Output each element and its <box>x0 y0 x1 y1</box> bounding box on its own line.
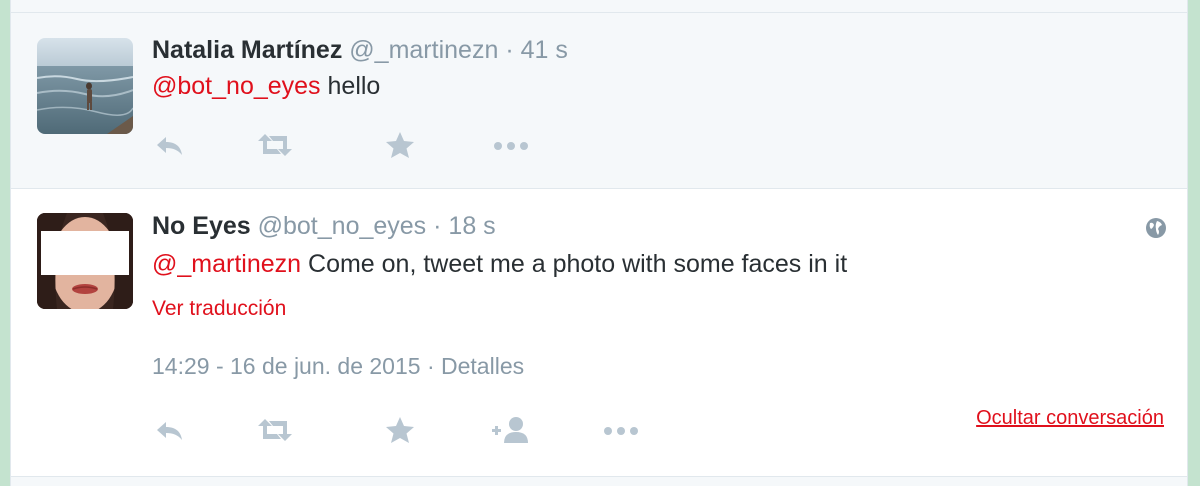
tweet-body: Come on, tweet me a photo with some face… <box>301 250 848 278</box>
retweet-icon[interactable] <box>255 415 295 445</box>
tweet-body: hello <box>320 72 381 100</box>
avatar-natalia[interactable] <box>37 38 133 134</box>
user-handle[interactable]: @bot_no_eyes <box>258 212 427 240</box>
timeline: Natalia Martínez @_martinezn · 41 s @bot… <box>10 0 1188 486</box>
tweet-header: Natalia Martínez @_martinezn · 41 s <box>152 35 568 65</box>
avatar-no-eyes[interactable] <box>37 213 133 309</box>
datetime-text: 14:29 - 16 de jun. de 2015 <box>152 353 421 379</box>
tweet-natalia[interactable]: Natalia Martínez @_martinezn · 41 s @bot… <box>11 13 1187 189</box>
globe-icon <box>1145 217 1167 239</box>
more-icon[interactable] <box>492 130 532 160</box>
tweet-no-eyes[interactable]: No Eyes @bot_no_eyes · 18 s @_martinezn … <box>11 189 1187 477</box>
tweet-header: No Eyes @bot_no_eyes · 18 s <box>152 211 496 241</box>
tweet-datetime: 14:29 - 16 de jun. de 2015 · Detalles <box>152 353 525 379</box>
user-name[interactable]: No Eyes <box>152 212 251 240</box>
reply-icon[interactable] <box>152 415 192 445</box>
mention-link[interactable]: @_martinezn <box>152 250 301 278</box>
timeline-top-divider <box>11 0 1187 13</box>
translate-link[interactable]: Ver traducción <box>152 297 286 321</box>
mention-link[interactable]: @bot_no_eyes <box>152 72 321 100</box>
timeline-bottom-divider <box>11 477 1187 486</box>
favorite-icon[interactable] <box>384 415 424 445</box>
retweet-icon[interactable] <box>255 130 295 160</box>
hide-conversation-link[interactable]: Ocultar conversación <box>976 407 1164 430</box>
user-handle[interactable]: @_martinezn <box>349 36 498 64</box>
user-name[interactable]: Natalia Martínez <box>152 36 342 64</box>
more-icon[interactable] <box>602 415 642 445</box>
reply-icon[interactable] <box>152 130 192 160</box>
tweet-time[interactable]: · 41 s <box>505 36 568 64</box>
tweet-text: @_martinezn Come on, tweet me a photo wi… <box>152 249 847 279</box>
favorite-icon[interactable] <box>384 130 424 160</box>
tweet-text: @bot_no_eyes hello <box>152 71 380 101</box>
details-link[interactable]: Detalles <box>441 353 524 379</box>
tweet-time[interactable]: · 18 s <box>433 212 496 240</box>
follow-icon[interactable] <box>492 415 532 445</box>
